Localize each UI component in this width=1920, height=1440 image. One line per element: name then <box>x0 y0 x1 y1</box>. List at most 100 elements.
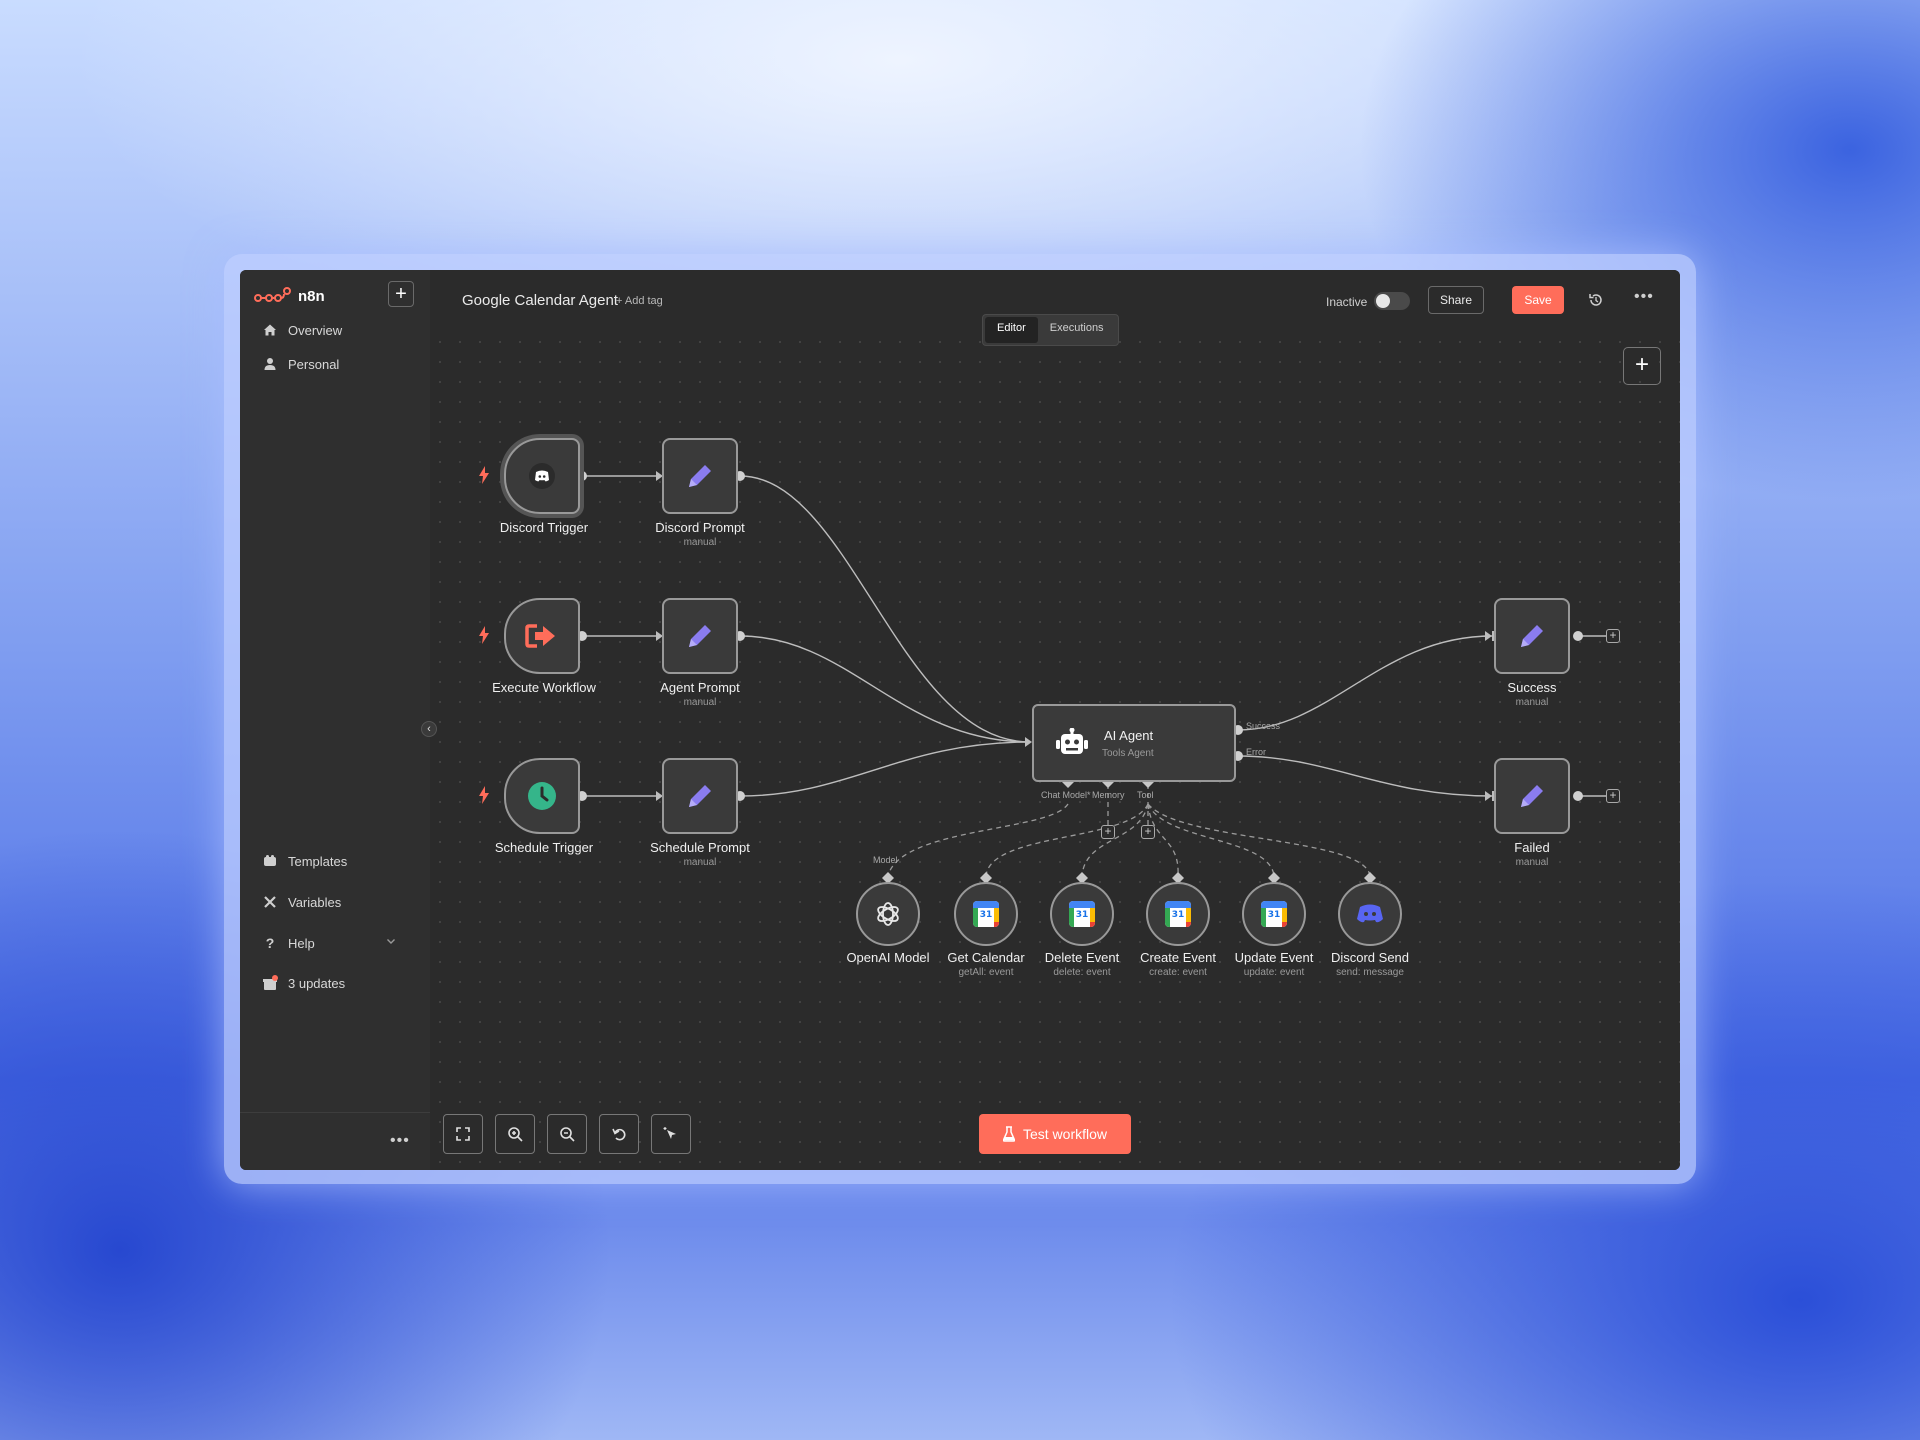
connection-openai-model <box>887 803 1069 877</box>
node-execute-workflow[interactable] <box>504 598 580 674</box>
node-openai-model[interactable] <box>856 882 920 946</box>
user-menu-more-button[interactable]: ••• <box>390 1132 410 1150</box>
connection-discord-prompt <box>739 475 1031 743</box>
collapse-sidebar-button[interactable]: ‹ <box>421 721 437 737</box>
node-subtitle: manual <box>683 537 717 548</box>
node-delete-event[interactable]: 31 <box>1050 882 1114 946</box>
openai-icon <box>877 902 899 926</box>
node-label: Agent Prompt <box>660 680 740 695</box>
clock-icon <box>528 782 556 810</box>
user-icon <box>262 356 278 372</box>
node-discord-prompt[interactable] <box>662 438 738 514</box>
tab-editor[interactable]: Editor <box>985 317 1038 343</box>
test-workflow-label: Test workflow <box>1022 1126 1108 1142</box>
node-create-event[interactable]: 31 <box>1146 882 1210 946</box>
sidebar-item-overview[interactable]: Overview <box>262 319 412 341</box>
add-memory-button[interactable]: + <box>1101 825 1115 839</box>
workflow-title[interactable]: Google Calendar Agent <box>462 292 618 309</box>
node-subtitle: send: message <box>1336 967 1404 978</box>
google-calendar-icon: 31 <box>1261 901 1287 927</box>
node-label: Failed <box>1514 840 1550 855</box>
node-subtitle: manual <box>683 697 717 708</box>
port-label-chat-model: Chat Model* <box>1041 790 1091 800</box>
port-label-model: Model <box>873 855 898 865</box>
create-new-button[interactable]: + <box>388 281 414 307</box>
workflow-canvas[interactable]: + Discord Trigger Discord Prompt manual … <box>430 332 1680 1170</box>
reset-zoom-button[interactable] <box>599 1114 639 1154</box>
zoom-in-icon <box>508 1127 523 1142</box>
connection-tool-get-calendar <box>985 803 1149 877</box>
pencil-icon <box>689 465 711 487</box>
node-schedule-trigger[interactable] <box>504 758 580 834</box>
node-label: AI Agent <box>1104 728 1154 743</box>
google-calendar-icon: 31 <box>973 901 999 927</box>
history-icon[interactable] <box>1588 292 1604 308</box>
connection-schedule-prompt <box>739 741 1031 797</box>
app-logo[interactable]: n8n <box>254 286 325 306</box>
save-button[interactable]: Save <box>1512 286 1564 314</box>
share-button[interactable]: Share <box>1428 286 1484 314</box>
node-schedule-prompt[interactable] <box>662 758 738 834</box>
sidebar-item-label: 3 updates <box>288 975 346 991</box>
port-label-memory: Memory <box>1092 790 1125 800</box>
pencil-icon <box>1521 625 1543 647</box>
connection-tool-delete-event <box>1081 803 1149 877</box>
chevron-down-icon <box>386 934 396 949</box>
node-update-event[interactable]: 31 <box>1242 882 1306 946</box>
activation-toggle[interactable] <box>1374 292 1410 310</box>
node-label: Discord Send <box>1330 950 1410 965</box>
sidebar-item-label: Help <box>288 935 315 951</box>
node-subtitle: manual <box>683 857 717 868</box>
sidebar-item-help[interactable]: ? Help <box>262 932 412 954</box>
node-discord-trigger[interactable] <box>504 438 580 514</box>
more-options-button[interactable]: ••• <box>1634 288 1654 306</box>
flask-icon <box>1002 1126 1015 1142</box>
node-failed[interactable] <box>1494 758 1570 834</box>
google-calendar-icon: 31 <box>1069 901 1095 927</box>
add-next-node-button[interactable]: + <box>1606 789 1620 803</box>
connection-tool-discord-send <box>1147 803 1371 877</box>
undo-icon <box>612 1128 626 1141</box>
app-window: n8n + Overview Personal Templates Variab… <box>240 270 1680 1170</box>
home-icon <box>262 322 278 338</box>
node-success[interactable] <box>1494 598 1570 674</box>
sidebar-item-label: Variables <box>288 894 342 910</box>
fit-view-button[interactable] <box>443 1114 483 1154</box>
node-ai-agent[interactable]: AI Agent Tools Agent <box>1032 704 1236 782</box>
sidebar-item-personal[interactable]: Personal <box>262 353 412 375</box>
sidebar-item-variables[interactable]: Variables <box>262 891 412 913</box>
discord-icon <box>1357 904 1383 923</box>
node-label: Discord Prompt <box>655 520 745 535</box>
zoom-out-button[interactable] <box>547 1114 587 1154</box>
node-subtitle: manual <box>1515 857 1549 868</box>
sidebar-item-label: Overview <box>288 322 343 338</box>
pencil-icon <box>689 625 711 647</box>
zoom-in-button[interactable] <box>495 1114 535 1154</box>
port-label-tool: Tool <box>1137 790 1154 800</box>
activation-status: Inactive <box>1326 295 1368 309</box>
sidebar-item-templates[interactable]: Templates <box>262 850 412 872</box>
tab-executions[interactable]: Executions <box>1038 317 1116 343</box>
pencil-icon <box>689 785 711 807</box>
test-workflow-button[interactable]: Test workflow <box>979 1114 1131 1154</box>
add-tag-button[interactable]: + Add tag <box>616 295 663 307</box>
node-discord-send[interactable] <box>1338 882 1402 946</box>
add-tool-button[interactable]: + <box>1141 825 1155 839</box>
connection-agent-prompt <box>739 635 1031 743</box>
variables-icon <box>262 894 278 910</box>
sidebar-item-updates[interactable]: 3 updates <box>262 972 412 994</box>
node-get-calendar[interactable]: 31 <box>954 882 1018 946</box>
port-label-error: Error <box>1246 747 1266 757</box>
view-tabs: Editor Executions <box>982 314 1119 346</box>
node-label: Success <box>1507 680 1557 695</box>
help-icon: ? <box>265 935 275 951</box>
google-calendar-icon: 31 <box>1165 901 1191 927</box>
node-label: Schedule Trigger <box>494 840 594 855</box>
node-label: Discord Trigger <box>499 520 589 535</box>
node-agent-prompt[interactable] <box>662 598 738 674</box>
port-label-success: Success <box>1246 721 1281 731</box>
add-next-node-button[interactable]: + <box>1606 629 1620 643</box>
sidebar-divider <box>240 1112 430 1113</box>
tidy-up-button[interactable] <box>651 1114 691 1154</box>
node-label: Execute Workflow <box>492 680 596 695</box>
